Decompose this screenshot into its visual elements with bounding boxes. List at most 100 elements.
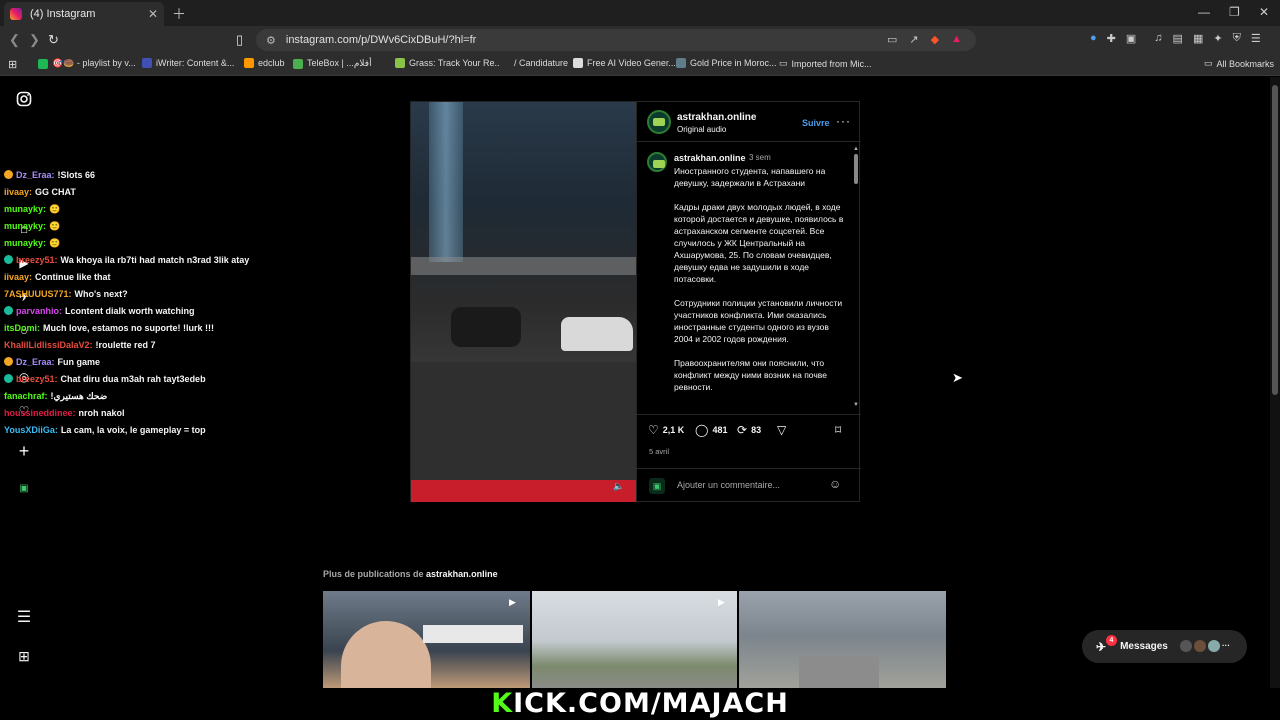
chat-username[interactable]: iivaay: [4,272,32,282]
chat-username[interactable]: fanachraf: [4,391,48,401]
chat-username[interactable]: Dz_Eraa: [16,357,55,367]
all-bookmarks-label: All Bookmarks [1216,58,1275,69]
meta-apps-icon[interactable]: ⊞ [14,646,34,666]
chat-text: Wa khoya ila rb7ti had match n3rad 3lik … [60,255,250,265]
avatar [1180,640,1192,652]
chat-username[interactable]: munayky: [4,204,46,214]
profile-avatar-icon[interactable]: ▣ [14,479,34,499]
scroll-down-icon[interactable]: ▼ [853,402,859,408]
caption-avatar[interactable] [647,152,667,172]
bookmark-item[interactable]: 🎯🍩 - playlist by v... [38,58,136,69]
save-button[interactable]: ⌑ [835,423,841,437]
bookmark-label: iWriter: Content &... [156,58,235,68]
bookmark-item[interactable]: Grass: Track Your Re... [395,58,502,68]
forward-icon[interactable]: ❯ [29,32,40,48]
chat-username[interactable]: KhalilLidlissiDalaV2: [4,340,93,350]
screenshot-icon[interactable]: ▣ [1126,32,1136,45]
back-icon[interactable]: ❮ [9,32,20,48]
repost-button[interactable]: ⟳ 83 [737,423,761,437]
bookmark-item[interactable]: Gold Price in Moroc... [676,58,777,68]
post-thumbnail[interactable]: ▶ [323,591,530,688]
share-icon[interactable]: ↗ [909,33,918,46]
scroll-up-icon[interactable]: ▲ [853,146,859,152]
chat-username[interactable]: munayky: [4,221,46,231]
bookmark-icon[interactable]: ▯ [236,32,243,48]
leo-ai-icon[interactable]: ✦ [1213,32,1222,45]
chat-username[interactable]: munayky: [4,238,46,248]
chat-message: Dz_Eraa: Fun game [4,354,324,371]
share-button[interactable]: ▽ [777,423,786,437]
messages-button[interactable]: ✈ 4 Messages ··· [1082,630,1247,663]
page-scroll-thumb[interactable] [1272,85,1278,395]
install-app-icon[interactable]: ▭ [887,33,897,46]
caption-scroll-thumb[interactable] [854,154,858,184]
window-close-icon[interactable]: ✕ [1259,5,1269,19]
follow-button[interactable]: Suivre [802,118,830,128]
bookmark-item[interactable]: TeleBox | ...أفلام [293,58,372,69]
chat-username[interactable]: Dz_Eraa: [16,170,55,180]
instagram-logo-icon[interactable] [14,91,34,111]
chat-username[interactable]: parvanhio: [16,306,62,316]
chat-username[interactable]: iivaay: [4,187,32,197]
chat-username[interactable]: itsDomi: [4,323,40,333]
chat-username[interactable]: houssineddinee: [4,408,76,418]
bookmark-label: Imported from Mic... [791,58,872,69]
post-thumbnail[interactable] [739,591,946,688]
wallet-icon[interactable]: ▦ [1193,32,1203,45]
post-header: astrakhan.online Original audio Suivre ·… [637,102,861,142]
chat-username[interactable]: breezy51: [16,374,58,384]
audio-label[interactable]: Original audio [677,125,726,134]
post-thumbnail[interactable]: ▶ [532,591,737,688]
stream-banner: KICK.COM/MAJACH [0,688,1280,720]
more-options-icon[interactable]: ··· [836,114,851,128]
chat-username[interactable]: YousXDiiGa: [4,425,58,435]
bookmark-item[interactable]: edclub [244,58,285,68]
author-username[interactable]: astrakhan.online [677,112,756,123]
folder-icon: ▭ [779,58,788,68]
chat-username[interactable]: breezy51: [16,255,58,265]
tab-close-icon[interactable]: ✕ [148,7,158,21]
comment-button[interactable]: ◯ 481 [695,423,727,437]
bookmark-item[interactable]: iWriter: Content &... [142,58,234,68]
extension-icon[interactable]: ● [1090,32,1097,45]
extensions-puzzle-icon[interactable]: ✚ [1107,32,1116,45]
create-icon[interactable]: + [14,441,34,461]
maximize-icon[interactable]: ❐ [1229,5,1240,19]
address-bar[interactable]: ⚙ instagram.com/p/DWv6CixDBuH/?hl=fr ▭ ↗… [256,29,976,51]
site-info-icon[interactable]: ⚙ [266,34,276,47]
chat-message: Dz_Eraa: !Slots 66 [4,167,324,184]
like-button[interactable]: ♡ 2,1 K [648,423,684,437]
media-icon[interactable]: ♫ [1154,32,1162,45]
messages-label: Messages [1120,641,1168,652]
reload-icon[interactable]: ↻ [48,32,59,48]
sidebar-icon[interactable]: ▤ [1173,32,1183,45]
brave-rewards-icon[interactable]: ▲ [951,33,962,46]
comment-input[interactable]: Ajouter un commentaire... [677,480,780,490]
browser-tab[interactable]: (4) Instagram ✕ [4,2,164,26]
page-scrollbar[interactable] [1270,77,1280,688]
new-tab-icon[interactable]: ＋ [172,4,186,24]
messenger-icon: ✈ [1096,639,1107,654]
minimize-icon[interactable]: — [1198,5,1210,19]
video-ground [411,362,636,482]
comment-icon: ◯ [695,423,709,437]
menu-icon[interactable]: ☰ [1251,32,1261,45]
all-bookmarks[interactable]: ▭ All Bookmarks [1204,58,1274,69]
post-video[interactable]: 🔈 [411,102,636,502]
caption-scrollbar[interactable]: ▲ ▼ [853,146,859,410]
brave-shield-icon[interactable]: ◆ [931,33,939,46]
vpn-icon[interactable]: ⛨ [1233,32,1241,45]
bookmark-item[interactable]: Free AI Video Gener... [573,58,676,68]
author-avatar[interactable] [647,110,671,134]
more-posts-username[interactable]: astrakhan.online [426,569,498,579]
url-text: instagram.com/p/DWv6CixDBuH/?hl=fr [285,34,477,46]
emoji-icon[interactable]: ☺ [829,477,841,491]
chat-username[interactable]: 7ASHUUUS771: [4,289,72,299]
apps-grid-icon[interactable]: ⊞ [8,58,17,71]
bookmark-item[interactable]: / Candidature [500,58,568,68]
more-menu-icon[interactable]: ☰ [14,608,34,628]
bookmark-folder[interactable]: ▭ Imported from Mic... [779,58,872,69]
more-posts-heading: Plus de publications de astrakhan.online [323,569,498,579]
audio-icon[interactable]: 🔈 [613,481,624,492]
caption-username[interactable]: astrakhan.online [674,153,746,163]
